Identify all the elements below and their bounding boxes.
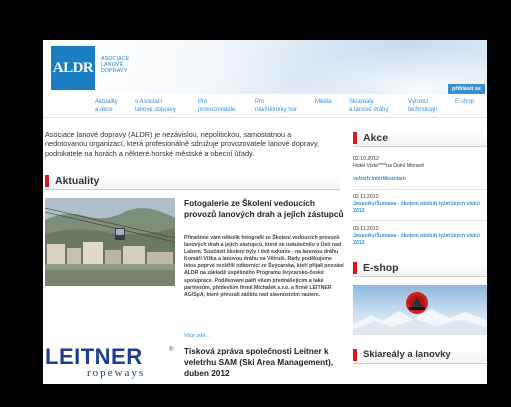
browser-viewport: ALDR ASOCIACE LANOVÉ DOPRAVY přihlásit s…	[43, 40, 487, 384]
nav-label: o Asociaci	[135, 99, 163, 105]
org-name: ASOCIACE LANOVÉ DOPRAVY	[101, 56, 151, 74]
nav-label: lanové dopravy	[135, 107, 176, 113]
event-text: Hotel Vista****na Dolní Moravě	[353, 163, 425, 169]
news-heading: Aktuality	[45, 174, 340, 190]
nav-item-vyrobci[interactable]: Výrobci technologií	[408, 98, 437, 114]
leitner-wordmark: LEITNER	[45, 344, 143, 369]
event-date: 02.10.2012	[353, 156, 379, 162]
divider	[353, 220, 487, 221]
heading-marker	[45, 175, 49, 187]
divider	[353, 189, 487, 190]
registered-mark: ®	[169, 347, 174, 353]
leitner-logo[interactable]: LEITNER ® ropeways	[45, 345, 175, 381]
event-link[interactable]: veletrh InterMountain	[353, 176, 485, 183]
nav-label: návštěvníky hor	[255, 107, 298, 113]
nav-label: a akce	[95, 107, 113, 113]
events-heading: Akce	[353, 131, 487, 147]
cable-car-photo-graphic	[45, 198, 175, 286]
site-header: ALDR ASOCIACE LANOVÉ DOPRAVY přihlásit s…	[43, 40, 487, 94]
news-more-link[interactable]: Více zde...	[184, 333, 210, 339]
nav-item-provozovatele[interactable]: Pro provozovatele	[198, 98, 235, 114]
logo-text: ALDR	[52, 59, 94, 76]
eshop-banner[interactable]	[353, 285, 487, 335]
heading-marker	[353, 132, 357, 144]
nav-label: Média	[315, 99, 332, 105]
event-date: 02.11.2012	[353, 194, 379, 200]
nav-label: a lanové dráhy	[349, 107, 389, 113]
nav-label: Výrobci	[408, 99, 429, 105]
heading-text: Aktuality	[55, 175, 100, 187]
event-link[interactable]: Jeseníky/Šumava - školení obsluh lyžařsk…	[353, 233, 485, 247]
heading-text: E-shop	[363, 262, 399, 274]
news-photo[interactable]	[45, 198, 175, 286]
heading-text: Akce	[363, 132, 389, 144]
intro-paragraph: Asociace lanové dopravy (ALDR) je nezávi…	[45, 130, 320, 158]
news-title-link[interactable]: Tisková zpráva společnosti Leitner k vel…	[184, 346, 344, 379]
org-name-line: DOPRAVY	[101, 68, 128, 74]
heading-marker	[353, 262, 357, 274]
login-button[interactable]: přihlásit se	[447, 84, 485, 94]
nav-label: Pro	[255, 99, 265, 105]
nav-item-aktuality[interactable]: Aktuality a akce	[95, 98, 118, 114]
nav-label: Skiareály	[349, 99, 374, 105]
mountain-banner-graphic	[353, 292, 487, 335]
eshop-heading: E-shop	[353, 261, 487, 277]
news-title-link[interactable]: Fotogalerie ze Školení vedoucích provozů…	[184, 198, 344, 220]
nav-item-eshop[interactable]: E-shop	[455, 98, 474, 106]
aldr-logo[interactable]: ALDR	[51, 46, 95, 90]
heading-marker	[353, 349, 357, 361]
nav-item-o-asociaci[interactable]: o Asociaci lanové dopravy	[135, 98, 176, 114]
heading-text: Skiareály a lanovky	[363, 349, 451, 360]
nav-label: Pro	[198, 99, 208, 105]
main-nav: Aktuality a akce o Asociaci lanové dopra…	[43, 96, 487, 118]
event-date: 03.11.2012	[353, 226, 379, 232]
nav-label: E-shop	[455, 99, 475, 105]
nav-item-media[interactable]: Média	[315, 98, 331, 106]
nav-label: Aktuality	[95, 99, 118, 105]
resorts-heading: Skiareály a lanovky	[353, 348, 487, 364]
nav-item-navstevnici[interactable]: Pro návštěvníky hor	[255, 98, 297, 114]
nav-item-skiarealy[interactable]: Skiareály a lanové dráhy	[349, 98, 388, 114]
nav-label: technologií	[408, 107, 438, 113]
nav-label: provozovatele	[198, 107, 236, 113]
leitner-subtitle: ropeways	[87, 367, 146, 379]
event-link[interactable]: Jeseníky/Šumava - školení obsluh lyžařsk…	[353, 201, 485, 215]
news-body: Přinášíme vám několik fotografií ze Škol…	[184, 235, 344, 298]
